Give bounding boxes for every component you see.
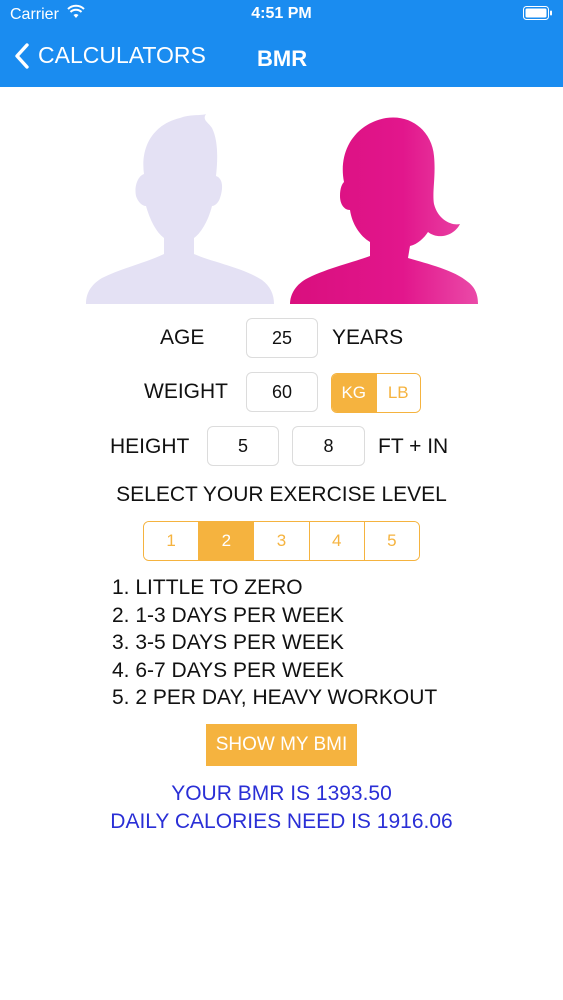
- age-label: AGE: [160, 326, 205, 349]
- nav-bar: CALCULATORS BMR: [0, 38, 563, 78]
- weight-unit-toggle: KG LB: [331, 373, 421, 413]
- exercise-level-list: 1. LITTLE TO ZERO 2. 1-3 DAYS PER WEEK 3…: [112, 574, 437, 712]
- unit-lb-option[interactable]: LB: [375, 374, 420, 412]
- age-unit-label: YEARS: [332, 326, 404, 349]
- level-description-4: 4. 6-7 DAYS PER WEEK: [112, 658, 344, 682]
- level-description-5: 5. 2 PER DAY, HEAVY WORKOUT: [112, 686, 438, 709]
- top-bar: Carrier 4:51 PM CALCULATORS BMR: [0, 0, 563, 87]
- level-option-1[interactable]: 1: [144, 522, 199, 560]
- weight-input[interactable]: [246, 372, 318, 412]
- status-time: 4:51 PM: [251, 5, 312, 22]
- level-option-3[interactable]: 3: [253, 522, 309, 560]
- level-option-2[interactable]: 2: [198, 522, 254, 560]
- age-input[interactable]: [246, 318, 318, 358]
- back-button[interactable]: CALCULATORS: [14, 42, 206, 69]
- back-label: CALCULATORS: [38, 42, 206, 68]
- level-description-1: 1. LITTLE TO ZERO: [112, 576, 303, 599]
- calories-result: DAILY CALORIES NEED IS 1916.06: [110, 810, 453, 833]
- height-feet-input[interactable]: [207, 426, 279, 466]
- bmr-result: YOUR BMR IS 1393.50: [171, 782, 392, 805]
- height-unit-label: FT + IN: [378, 435, 449, 458]
- male-silhouette-icon: [86, 114, 274, 304]
- exercise-title: SELECT YOUR EXERCISE LEVEL: [116, 483, 447, 506]
- level-option-4[interactable]: 4: [308, 522, 364, 560]
- female-avatar[interactable]: [288, 112, 480, 309]
- show-bmi-button[interactable]: SHOW MY BMI: [206, 724, 357, 766]
- level-description-3: 3. 3-5 DAYS PER WEEK: [112, 631, 344, 654]
- battery-icon: [523, 6, 553, 20]
- level-description-2: 2. 1-3 DAYS PER WEEK: [112, 603, 344, 627]
- weight-label: WEIGHT: [144, 380, 228, 403]
- unit-kg-option[interactable]: KG: [332, 374, 376, 412]
- chevron-left-icon: [15, 42, 29, 69]
- status-bar: Carrier 4:51 PM: [0, 0, 563, 30]
- height-label: HEIGHT: [110, 435, 190, 458]
- gender-selector: [84, 112, 480, 304]
- level-option-5[interactable]: 5: [363, 522, 419, 560]
- female-silhouette-icon: [290, 117, 478, 304]
- page-title: BMR: [257, 46, 308, 71]
- male-avatar[interactable]: [84, 112, 276, 309]
- exercise-level-selector: 1 2 3 4 5: [143, 521, 420, 561]
- height-inches-input[interactable]: [292, 426, 365, 466]
